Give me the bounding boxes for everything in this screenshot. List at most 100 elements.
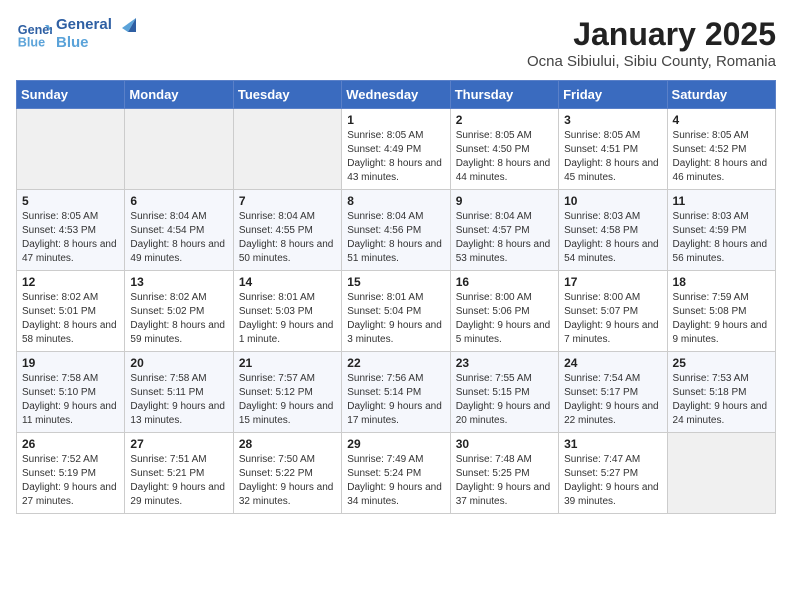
day-info: Sunrise: 7:52 AM Sunset: 5:19 PM Dayligh…: [22, 453, 119, 509]
day-number: 20: [130, 356, 227, 370]
title-block: January 2025 Ocna Sibiului, Sibiu County…: [527, 16, 776, 70]
day-number: 15: [347, 275, 444, 289]
day-info: Sunrise: 8:05 AM Sunset: 4:51 PM Dayligh…: [564, 129, 661, 185]
calendar-cell: 7Sunrise: 8:04 AM Sunset: 4:55 PM Daylig…: [233, 190, 341, 271]
weekday-header-tuesday: Tuesday: [233, 81, 341, 109]
calendar-cell: 11 Sunrise: 8:03 AM Sunset: 4:59 PM Dayli…: [667, 190, 775, 271]
day-info: Sunrise: 7:55 AM Sunset: 5:15 PM Dayligh…: [456, 372, 553, 428]
day-info: Sunrise: 8:05 AM Sunset: 4:52 PM Dayligh…: [673, 129, 770, 185]
weekday-header-monday: Monday: [125, 81, 233, 109]
day-info: Sunrise: 7:51 AM Sunset: 5:21 PM Dayligh…: [130, 453, 227, 509]
calendar-table: SundayMondayTuesdayWednesdayThursdayFrid…: [16, 80, 776, 514]
day-number: 11: [673, 194, 770, 208]
day-number: 28: [239, 437, 336, 451]
day-info: Sunrise: 7:47 AM Sunset: 5:27 PM Dayligh…: [564, 453, 661, 509]
day-info: Sunrise: 7:57 AM Sunset: 5:12 PM Dayligh…: [239, 372, 336, 428]
week-row-4: 19 Sunrise: 7:58 AM Sunset: 5:10 PM Dayli…: [17, 352, 776, 433]
calendar-cell: 23 Sunrise: 7:55 AM Sunset: 5:15 PM Dayli…: [450, 352, 558, 433]
calendar-cell: 21 Sunrise: 7:57 AM Sunset: 5:12 PM Dayli…: [233, 352, 341, 433]
calendar-cell: 9Sunrise: 8:04 AM Sunset: 4:57 PM Daylig…: [450, 190, 558, 271]
logo-bird-icon: [114, 14, 136, 36]
calendar-cell: 16 Sunrise: 8:00 AM Sunset: 5:06 PM Dayli…: [450, 271, 558, 352]
weekday-header-sunday: Sunday: [17, 81, 125, 109]
day-number: 8: [347, 194, 444, 208]
weekday-header-friday: Friday: [559, 81, 667, 109]
calendar-cell: [125, 109, 233, 190]
location-title: Ocna Sibiului, Sibiu County, Romania: [527, 53, 776, 70]
day-number: 3: [564, 113, 661, 127]
calendar-cell: 15 Sunrise: 8:01 AM Sunset: 5:04 PM Dayli…: [342, 271, 450, 352]
day-info: Sunrise: 7:49 AM Sunset: 5:24 PM Dayligh…: [347, 453, 444, 509]
calendar-cell: 22 Sunrise: 7:56 AM Sunset: 5:14 PM Dayli…: [342, 352, 450, 433]
weekday-header-row: SundayMondayTuesdayWednesdayThursdayFrid…: [17, 81, 776, 109]
day-number: 14: [239, 275, 336, 289]
day-info: Sunrise: 8:04 AM Sunset: 4:56 PM Dayligh…: [347, 210, 444, 266]
day-info: Sunrise: 8:02 AM Sunset: 5:01 PM Dayligh…: [22, 291, 119, 347]
day-number: 17: [564, 275, 661, 289]
day-number: 19: [22, 356, 119, 370]
calendar-cell: 25 Sunrise: 7:53 AM Sunset: 5:18 PM Dayli…: [667, 352, 775, 433]
day-info: Sunrise: 7:50 AM Sunset: 5:22 PM Dayligh…: [239, 453, 336, 509]
day-info: Sunrise: 8:03 AM Sunset: 4:58 PM Dayligh…: [564, 210, 661, 266]
calendar-cell: 20 Sunrise: 7:58 AM Sunset: 5:11 PM Dayli…: [125, 352, 233, 433]
day-info: Sunrise: 7:59 AM Sunset: 5:08 PM Dayligh…: [673, 291, 770, 347]
day-info: Sunrise: 8:04 AM Sunset: 4:54 PM Dayligh…: [130, 210, 227, 266]
day-info: Sunrise: 7:48 AM Sunset: 5:25 PM Dayligh…: [456, 453, 553, 509]
day-number: 26: [22, 437, 119, 451]
calendar-cell: [667, 433, 775, 514]
week-row-5: 26 Sunrise: 7:52 AM Sunset: 5:19 PM Dayli…: [17, 433, 776, 514]
day-number: 10: [564, 194, 661, 208]
day-info: Sunrise: 7:53 AM Sunset: 5:18 PM Dayligh…: [673, 372, 770, 428]
day-number: 27: [130, 437, 227, 451]
calendar-cell: 18 Sunrise: 7:59 AM Sunset: 5:08 PM Dayli…: [667, 271, 775, 352]
calendar-cell: 31Sunrise: 7:47 AM Sunset: 5:27 PM Dayli…: [559, 433, 667, 514]
day-number: 23: [456, 356, 553, 370]
page-header: General Blue General Blue January 2025 O…: [16, 16, 776, 70]
weekday-header-wednesday: Wednesday: [342, 81, 450, 109]
calendar-cell: 28 Sunrise: 7:50 AM Sunset: 5:22 PM Dayli…: [233, 433, 341, 514]
logo-general: General: [56, 16, 112, 34]
calendar-cell: 14 Sunrise: 8:01 AM Sunset: 5:03 PM Dayli…: [233, 271, 341, 352]
calendar-cell: 24Sunrise: 7:54 AM Sunset: 5:17 PM Dayli…: [559, 352, 667, 433]
day-info: Sunrise: 8:00 AM Sunset: 5:06 PM Dayligh…: [456, 291, 553, 347]
calendar-cell: [17, 109, 125, 190]
day-number: 18: [673, 275, 770, 289]
day-number: 24: [564, 356, 661, 370]
day-info: Sunrise: 8:03 AM Sunset: 4:59 PM Dayligh…: [673, 210, 770, 266]
week-row-1: 1Sunrise: 8:05 AM Sunset: 4:49 PM Daylig…: [17, 109, 776, 190]
calendar-cell: 6Sunrise: 8:04 AM Sunset: 4:54 PM Daylig…: [125, 190, 233, 271]
calendar-cell: 27 Sunrise: 7:51 AM Sunset: 5:21 PM Dayli…: [125, 433, 233, 514]
day-info: Sunrise: 8:05 AM Sunset: 4:50 PM Dayligh…: [456, 129, 553, 185]
day-info: Sunrise: 8:02 AM Sunset: 5:02 PM Dayligh…: [130, 291, 227, 347]
day-number: 4: [673, 113, 770, 127]
calendar-cell: 13 Sunrise: 8:02 AM Sunset: 5:02 PM Dayli…: [125, 271, 233, 352]
svg-text:Blue: Blue: [18, 36, 45, 50]
calendar-cell: 3 Sunrise: 8:05 AM Sunset: 4:51 PM Daylig…: [559, 109, 667, 190]
day-number: 13: [130, 275, 227, 289]
day-number: 21: [239, 356, 336, 370]
month-title: January 2025: [527, 16, 776, 53]
calendar-cell: 8 Sunrise: 8:04 AM Sunset: 4:56 PM Daylig…: [342, 190, 450, 271]
calendar-cell: 17 Sunrise: 8:00 AM Sunset: 5:07 PM Dayli…: [559, 271, 667, 352]
calendar-cell: 12Sunrise: 8:02 AM Sunset: 5:01 PM Dayli…: [17, 271, 125, 352]
day-number: 29: [347, 437, 444, 451]
calendar-cell: 30 Sunrise: 7:48 AM Sunset: 5:25 PM Dayli…: [450, 433, 558, 514]
day-info: Sunrise: 7:58 AM Sunset: 5:11 PM Dayligh…: [130, 372, 227, 428]
day-info: Sunrise: 8:01 AM Sunset: 5:04 PM Dayligh…: [347, 291, 444, 347]
calendar-cell: 4 Sunrise: 8:05 AM Sunset: 4:52 PM Daylig…: [667, 109, 775, 190]
day-number: 16: [456, 275, 553, 289]
logo-blue: Blue: [56, 34, 112, 52]
weekday-header-thursday: Thursday: [450, 81, 558, 109]
calendar-cell: [233, 109, 341, 190]
day-info: Sunrise: 7:58 AM Sunset: 5:10 PM Dayligh…: [22, 372, 119, 428]
day-info: Sunrise: 8:04 AM Sunset: 4:57 PM Dayligh…: [456, 210, 553, 266]
calendar-cell: 26 Sunrise: 7:52 AM Sunset: 5:19 PM Dayli…: [17, 433, 125, 514]
day-number: 25: [673, 356, 770, 370]
day-info: Sunrise: 8:05 AM Sunset: 4:49 PM Dayligh…: [347, 129, 444, 185]
day-number: 22: [347, 356, 444, 370]
calendar-cell: 5Sunrise: 8:05 AM Sunset: 4:53 PM Daylig…: [17, 190, 125, 271]
day-info: Sunrise: 8:00 AM Sunset: 5:07 PM Dayligh…: [564, 291, 661, 347]
day-info: Sunrise: 7:56 AM Sunset: 5:14 PM Dayligh…: [347, 372, 444, 428]
day-number: 30: [456, 437, 553, 451]
day-info: Sunrise: 8:01 AM Sunset: 5:03 PM Dayligh…: [239, 291, 336, 347]
